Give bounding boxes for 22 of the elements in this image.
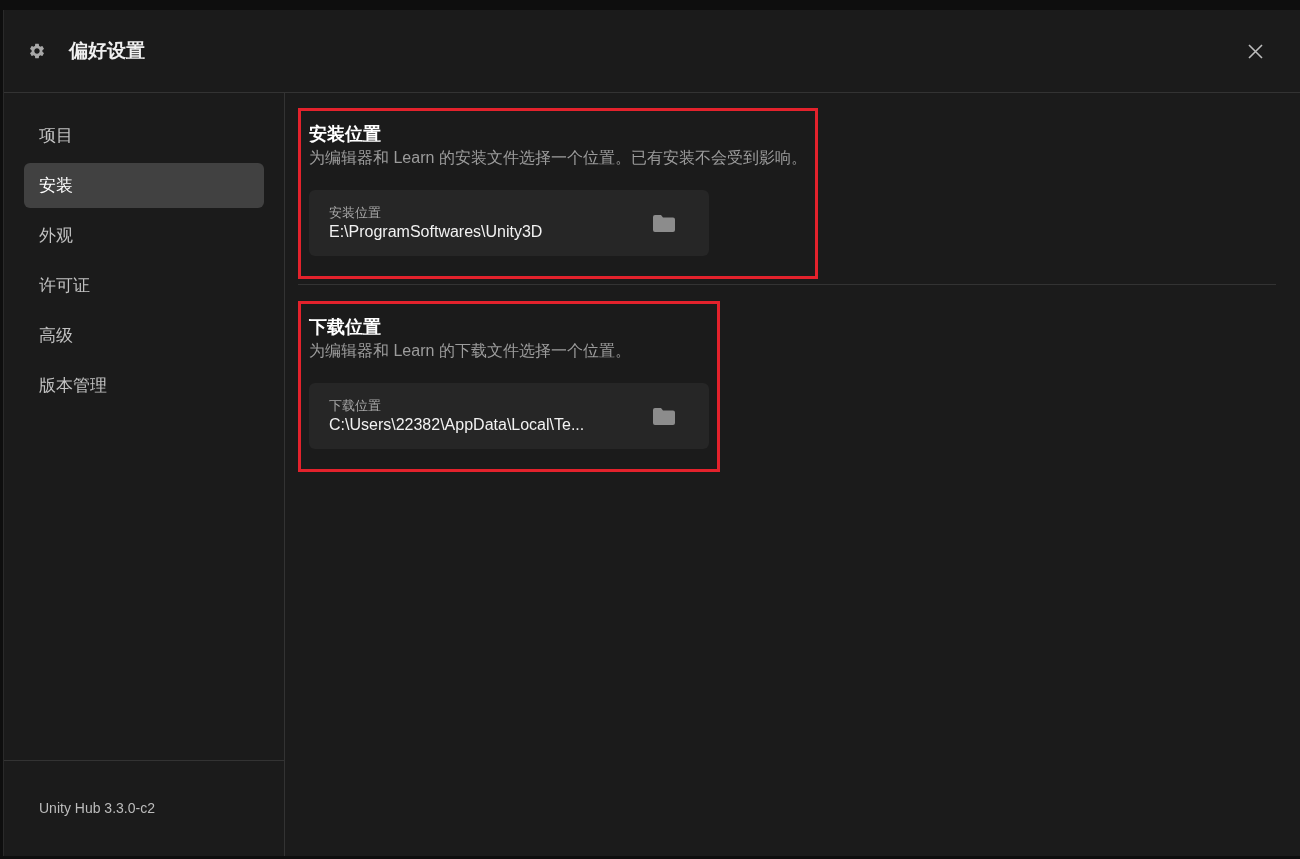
version-label: Unity Hub 3.3.0-c2 [39, 799, 155, 818]
field-value: E:\ProgramSoftwares\Unity3D [329, 222, 544, 242]
section-description: 为编辑器和 Learn 的安装文件选择一个位置。已有安装不会受到影响。 [309, 148, 807, 168]
folder-icon[interactable] [653, 214, 675, 232]
section-description: 为编辑器和 Learn 的下载文件选择一个位置。 [309, 341, 632, 361]
settings-icon [28, 42, 46, 60]
field-label: 安装位置 [329, 204, 382, 221]
field-label: 下载位置 [329, 397, 382, 414]
folder-icon[interactable] [653, 407, 675, 425]
sidebar-item[interactable]: 外观 [24, 213, 264, 258]
section-title: 安装位置 [309, 123, 382, 146]
field-value: C:\Users\22382\AppData\Local\Te... [329, 415, 586, 435]
window-title: 偏好设置 [69, 38, 145, 63]
section-title: 下载位置 [309, 316, 382, 339]
path-field[interactable]: 下载位置 C:\Users\22382\AppData\Local\Te... [309, 383, 709, 449]
sidebar-item[interactable]: 版本管理 [24, 363, 264, 408]
path-field[interactable]: 安装位置 E:\ProgramSoftwares\Unity3D [309, 190, 709, 256]
sidebar-item[interactable]: 高级 [24, 313, 264, 358]
sidebar-item[interactable]: 许可证 [24, 263, 264, 308]
sidebar-item[interactable]: 安装 [24, 163, 264, 208]
sidebar-item[interactable]: 项目 [24, 113, 264, 158]
close-icon [1247, 43, 1263, 59]
